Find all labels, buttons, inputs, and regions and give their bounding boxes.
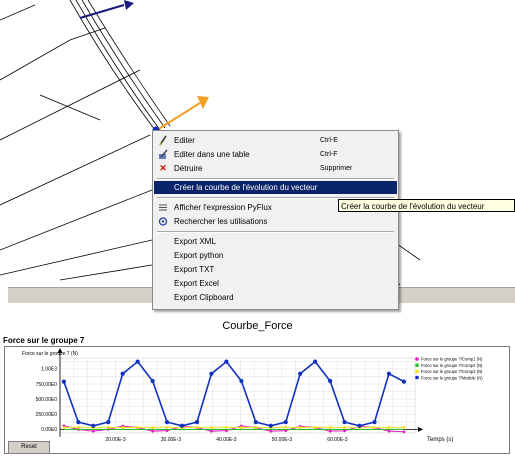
data-point[interactable] [194, 420, 200, 425]
menu-item-detruire[interactable]: ✕ Détruire Supprimer [154, 162, 397, 175]
data-point[interactable] [164, 420, 170, 425]
context-menu: Editer Ctrl-E Editer dans une table Ctrl… [152, 130, 399, 310]
data-point[interactable] [342, 420, 347, 425]
data-point[interactable] [386, 371, 392, 376]
x-tick-label: 60.00E-3 [327, 437, 348, 443]
legend-marker [415, 363, 419, 367]
data-point[interactable] [401, 379, 407, 384]
pencil-icon [158, 135, 168, 146]
legend-entry: Force sur le groupe 7/Comp2 (N) [421, 363, 483, 368]
data-point[interactable] [165, 425, 169, 429]
data-point[interactable] [298, 371, 303, 376]
search-usage-icon [158, 216, 168, 227]
data-point[interactable] [120, 371, 125, 376]
reset-button[interactable]: Reset [8, 441, 50, 454]
data-point[interactable] [328, 378, 333, 384]
x-axis-arrow-icon [418, 426, 423, 432]
data-point[interactable] [121, 426, 125, 429]
data-point[interactable] [283, 420, 288, 425]
expression-icon [158, 202, 168, 213]
data-point[interactable] [254, 425, 258, 429]
menu-item-export-clipboard[interactable]: Export Clipboard [154, 291, 397, 304]
y-axis-label: Force sur le groupe 7 (N) [22, 351, 78, 357]
data-point[interactable] [179, 423, 185, 428]
data-point[interactable] [150, 378, 155, 384]
legend-entry: Force sur le groupe 7/Comp3 (N) [421, 369, 483, 374]
data-point[interactable] [91, 423, 96, 428]
plot-window-title: Force sur le groupe 7 [3, 336, 85, 345]
x-tick-label: 20.00E-3 [105, 437, 126, 443]
y-tick-label: 750.00E0 [36, 382, 58, 388]
legend-entry: Force sur le groupe 7/Module (N) [421, 375, 483, 380]
menu-tooltip: Créer la courbe de l'évolution du vecteu… [338, 199, 515, 212]
data-point[interactable] [195, 425, 199, 429]
data-point[interactable] [298, 426, 302, 429]
y-tick-label: 500.00E0 [36, 397, 58, 403]
menu-item-export-txt[interactable]: Export TXT [154, 263, 397, 276]
data-point[interactable] [313, 425, 317, 429]
menu-item-export-python[interactable]: Export python [154, 249, 397, 262]
data-point[interactable] [387, 429, 391, 433]
data-point[interactable] [209, 371, 214, 376]
data-point[interactable] [372, 420, 377, 425]
menu-item-editer[interactable]: Editer Ctrl-E [154, 134, 397, 147]
x-tick-label: 30.00E-3 [161, 437, 182, 443]
data-point[interactable] [224, 359, 229, 364]
data-point[interactable] [76, 420, 81, 425]
data-point[interactable] [91, 429, 95, 433]
data-point[interactable] [135, 359, 140, 364]
data-point[interactable] [62, 426, 66, 429]
data-point[interactable] [343, 425, 346, 429]
data-point[interactable] [328, 429, 332, 433]
menu-item-export-xml[interactable]: Export XML [154, 235, 397, 248]
y-tick-label: 0.00E0 [41, 427, 57, 433]
data-point[interactable] [328, 426, 332, 429]
data-point[interactable] [76, 425, 80, 429]
data-point[interactable] [151, 429, 155, 433]
figure-caption: Courbe_Force [222, 320, 293, 332]
data-point[interactable] [373, 425, 376, 429]
legend-marker [415, 375, 419, 380]
x-axis-label: Temps (s) [427, 437, 453, 443]
menu-separator [157, 231, 394, 233]
x-tick-label: 40.00E-3 [216, 437, 237, 443]
data-point[interactable] [284, 425, 288, 429]
legend-entry: Force sur le groupe 7/Comp1 (N) [421, 357, 483, 362]
data-point[interactable] [210, 426, 213, 429]
data-point[interactable] [239, 426, 243, 429]
plot-panel: 0.00E0 250.00E0 500.00E0 750.00E0 1.00E3 20.0… [4, 346, 510, 454]
data-point[interactable] [210, 429, 213, 433]
data-point[interactable] [136, 425, 140, 429]
x-tick-label: 50.00E-3 [272, 437, 293, 443]
y-tick-label: 250.00E0 [36, 412, 58, 418]
data-point[interactable] [387, 426, 391, 429]
menu-item-editer-table[interactable]: Editer dans une table Ctrl-F [154, 148, 397, 161]
table-edit-icon [158, 149, 168, 160]
y-tick-label: 1.00E3 [41, 367, 57, 373]
legend-marker [415, 369, 419, 374]
data-point[interactable] [253, 420, 258, 425]
data-point[interactable] [402, 430, 406, 434]
menu-item-creer-courbe[interactable]: Créer la courbe de l'évolution du vecteu… [154, 181, 397, 194]
data-point[interactable] [268, 423, 273, 428]
data-point[interactable] [239, 378, 244, 384]
data-point[interactable] [106, 425, 110, 429]
blue-vector-arrow[interactable] [79, 0, 134, 19]
data-point[interactable] [313, 359, 318, 364]
data-point[interactable] [402, 425, 406, 429]
force-chart[interactable]: 0.00E0 250.00E0 500.00E0 750.00E0 1.00E3 20.0… [5, 347, 509, 453]
delete-icon: ✕ [159, 163, 167, 173]
menu-item-export-excel[interactable]: Export Excel [154, 277, 397, 290]
data-point[interactable] [151, 426, 155, 429]
orange-vector-arrow[interactable] [156, 96, 209, 131]
legend-marker [415, 357, 419, 361]
data-point[interactable] [343, 429, 346, 433]
data-point[interactable] [106, 420, 111, 425]
data-point[interactable] [61, 379, 66, 384]
menu-item-rechercher[interactable]: Rechercher les utilisations [154, 215, 397, 228]
data-point[interactable] [269, 429, 273, 433]
data-point[interactable] [357, 423, 362, 428]
menu-separator [157, 178, 394, 180]
data-point[interactable] [225, 425, 228, 429]
